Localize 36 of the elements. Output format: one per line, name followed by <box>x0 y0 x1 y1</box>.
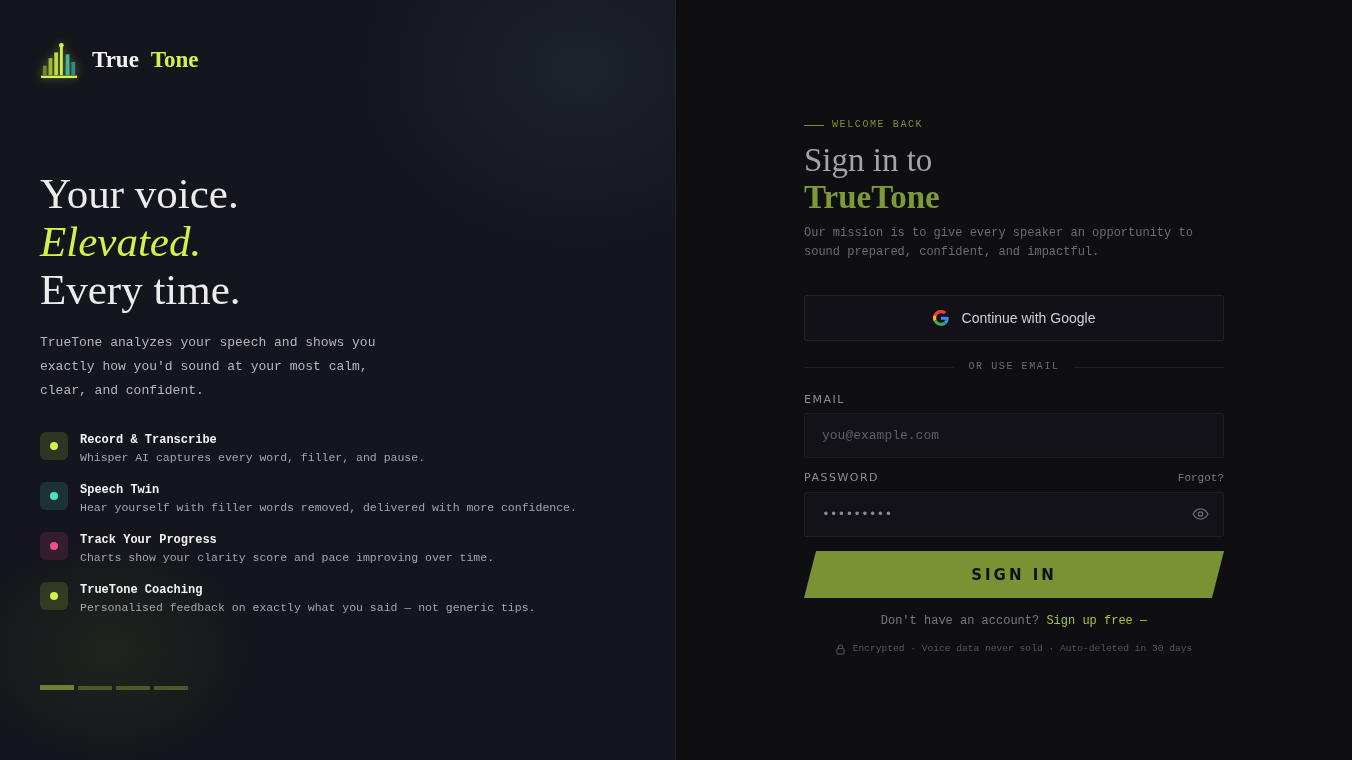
password-label: PASSWORD <box>804 471 880 485</box>
password-field[interactable]: ••••••••• <box>804 492 1224 537</box>
feature-title: Speech Twin <box>80 482 161 498</box>
feature-description: Charts show your clarity score and pace improving over time. <box>80 550 495 566</box>
page-title: Sign in to <box>804 142 934 179</box>
slide-indicator[interactable] <box>78 685 112 690</box>
signup-link[interactable]: Sign up free — <box>1046 614 1148 628</box>
sound-bars-logo-icon <box>40 41 78 79</box>
brand-title: TrueTone <box>804 179 941 216</box>
mission-text: Our mission is to give every speaker an opportunity to sound prepared, confident, and impactful. <box>804 225 1194 261</box>
email-field[interactable]: you@example.com <box>804 413 1224 458</box>
headline-line: Every time. <box>40 266 242 314</box>
email-label: EMAIL <box>804 393 845 407</box>
lock-icon <box>835 643 845 655</box>
feature-description: Personalised feedback on exactly what you said — not generic tips. <box>80 600 536 616</box>
headline-line: Your voice. <box>40 170 240 218</box>
eyebrow-label: WELCOME BACK <box>832 118 924 132</box>
feature-description: Whisper AI captures every word, filler, and pause. <box>80 450 426 466</box>
feature-title: Record & Transcribe <box>80 432 218 448</box>
feature-title: TrueTone Coaching <box>80 582 204 598</box>
sign-in-button[interactable]: SIGN IN <box>804 551 1224 598</box>
divider-label: OR USE EMAIL <box>968 360 1060 374</box>
show-password-icon[interactable] <box>1192 508 1209 520</box>
brand-name: Tone <box>150 47 199 73</box>
slide-indicator[interactable] <box>154 685 188 690</box>
hero-description: TrueTone analyzes your speech and shows you exactly how you'd sound at your most calm, clear, and confident. <box>40 334 377 400</box>
google-signin-button[interactable]: Continue with Google <box>804 295 1224 341</box>
slide-indicator[interactable] <box>116 685 150 690</box>
brand-name: True <box>92 47 139 73</box>
forgot-password-link[interactable]: Forgot? <box>1177 471 1224 485</box>
headline-line: Elevated. <box>40 218 203 266</box>
feature-description: Hear yourself with filler words removed, delivered with more confidence. <box>80 500 577 516</box>
feature-title: Track Your Progress <box>80 532 218 548</box>
signup-prompt: Don't have an account? Sign up free — <box>879 614 1149 628</box>
security-note: Encrypted · Voice data never sold · Auto-deleted in 30 days <box>852 643 1193 655</box>
google-g-icon <box>932 310 949 326</box>
